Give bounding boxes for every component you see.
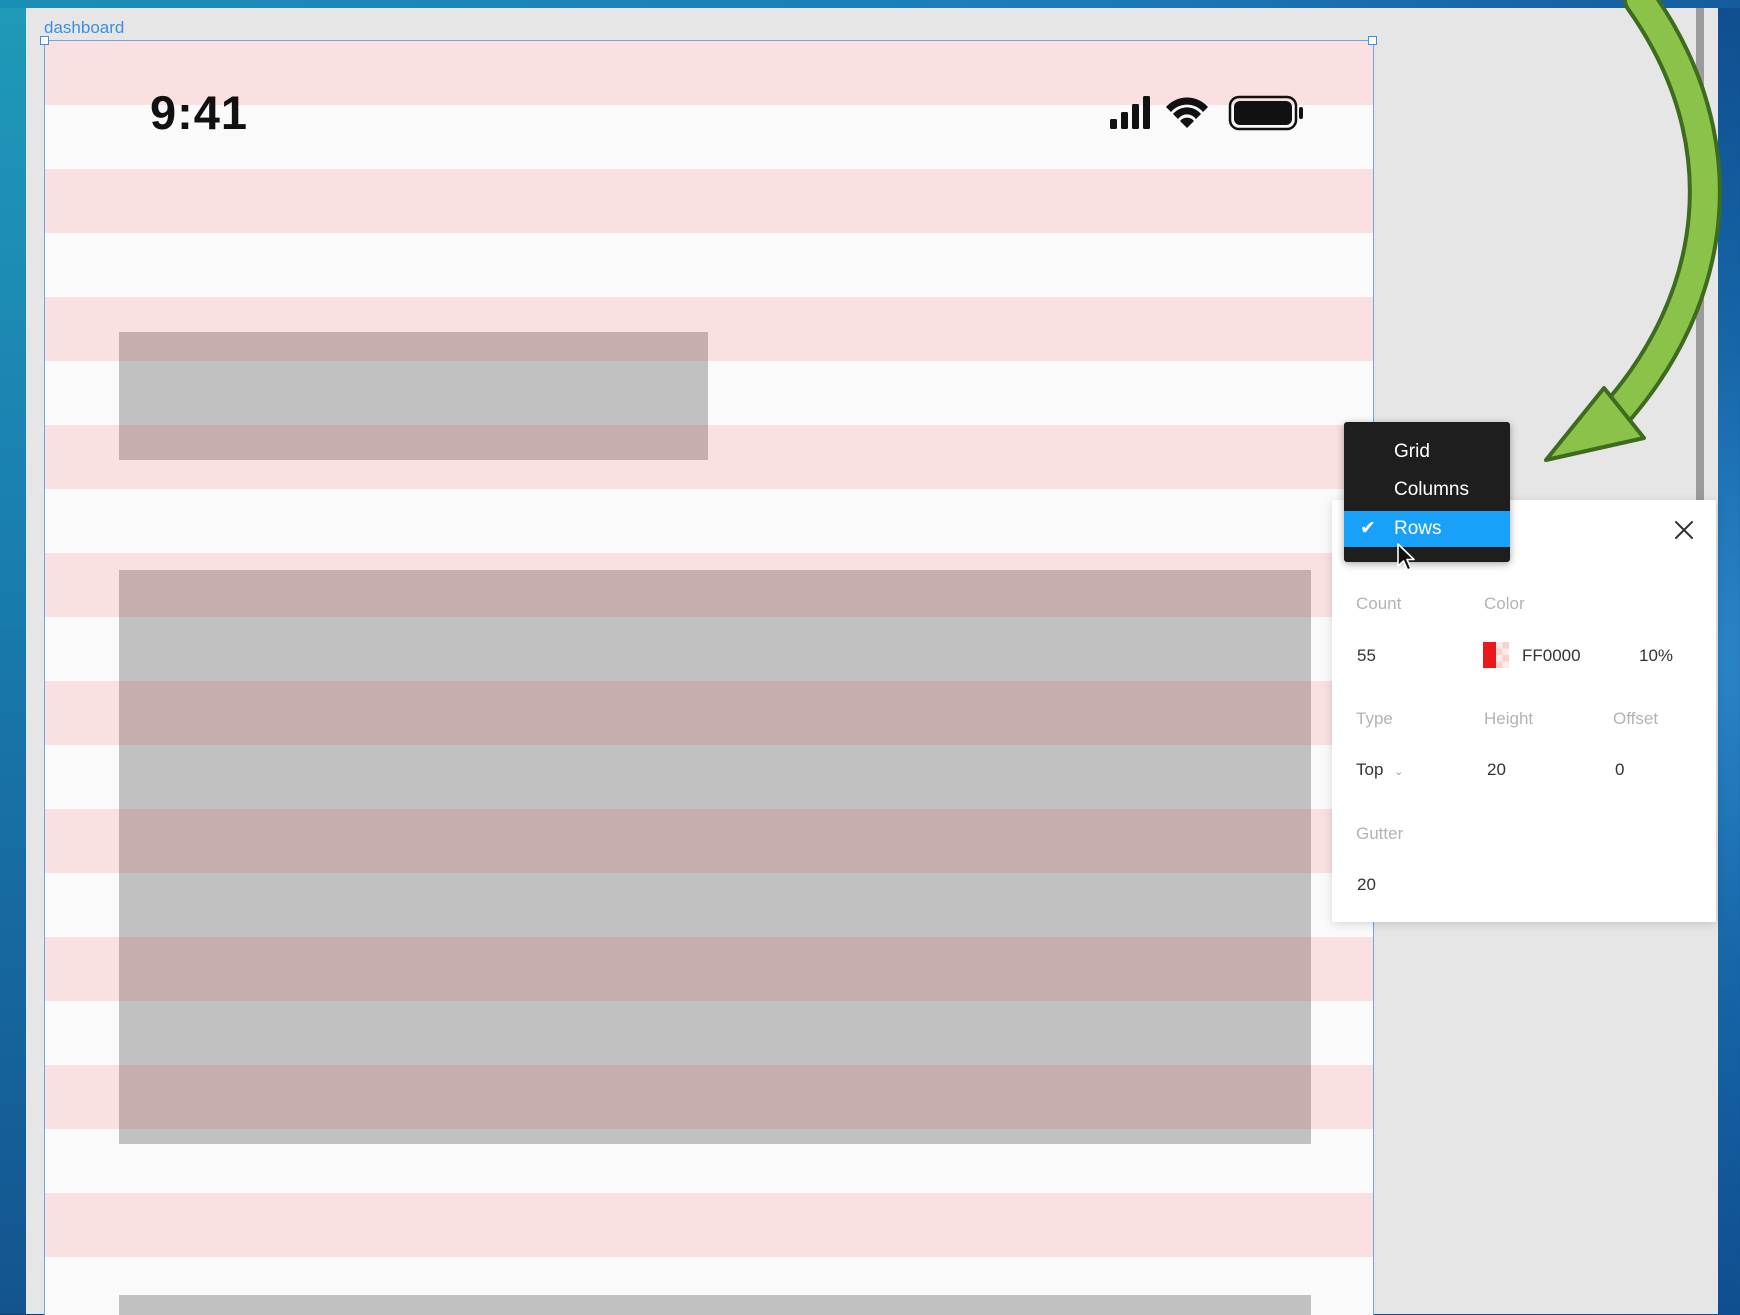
height-label: Height	[1484, 709, 1534, 728]
gutter-input[interactable]: 20	[1357, 875, 1376, 895]
offset-input[interactable]: 0	[1615, 760, 1624, 780]
annotation-arrow-icon	[1544, 0, 1722, 462]
grid-row	[45, 553, 1373, 617]
type-label: Type	[1356, 709, 1393, 728]
dashboard-frame[interactable]: 9:41	[44, 40, 1374, 1315]
row-grid-overlay	[45, 41, 1373, 1315]
grid-row	[45, 937, 1373, 1001]
selection-handle-top-right[interactable]	[1368, 36, 1377, 45]
grid-row	[45, 297, 1373, 361]
offset-label: Offset	[1613, 709, 1659, 728]
selection-handle-top-left[interactable]	[40, 36, 49, 45]
signal-icon	[1110, 96, 1150, 129]
grid-row	[45, 1193, 1373, 1257]
status-icons	[1110, 93, 1340, 142]
type-select[interactable]: Top ⌄	[1356, 760, 1403, 780]
color-opacity-input[interactable]: 10%	[1639, 646, 1673, 666]
menu-item-label: Grid	[1394, 441, 1430, 462]
color-hex-input[interactable]: FF0000	[1522, 646, 1581, 666]
grid-row	[45, 809, 1373, 873]
menu-item-label: Rows	[1394, 518, 1442, 539]
menu-item-columns[interactable]: Columns	[1344, 472, 1510, 508]
close-icon[interactable]	[1670, 516, 1698, 544]
grid-row	[45, 425, 1373, 489]
battery-icon	[1228, 95, 1303, 131]
count-input[interactable]: 55	[1357, 646, 1376, 666]
menu-item-label: Columns	[1394, 479, 1469, 500]
wifi-icon	[1166, 97, 1208, 128]
menu-item-grid[interactable]: Grid	[1344, 434, 1510, 470]
type-select-value: Top	[1356, 760, 1384, 779]
background-left	[0, 0, 26, 1314]
color-label: Color	[1484, 594, 1525, 613]
frame-label[interactable]: dashboard	[44, 18, 124, 38]
menu-item-rows[interactable]: ✔ Rows	[1344, 511, 1510, 547]
layout-grid-panel: Count Color 55 FF0000 10% Type Height Of…	[1332, 500, 1716, 922]
gutter-label: Gutter	[1356, 824, 1404, 843]
mouse-cursor-icon	[1397, 543, 1415, 571]
grid-row	[45, 169, 1373, 233]
grid-row	[45, 1065, 1373, 1129]
layout-type-menu: Grid Columns ✔ Rows	[1344, 422, 1510, 562]
check-icon: ✔	[1360, 518, 1376, 539]
color-swatch[interactable]	[1483, 642, 1509, 668]
count-label: Count	[1356, 594, 1402, 613]
status-time: 9:41	[150, 86, 249, 139]
chevron-down-icon: ⌄	[1394, 766, 1404, 778]
background-top	[0, 0, 1740, 8]
grid-row	[45, 681, 1373, 745]
height-input[interactable]: 20	[1487, 760, 1506, 780]
